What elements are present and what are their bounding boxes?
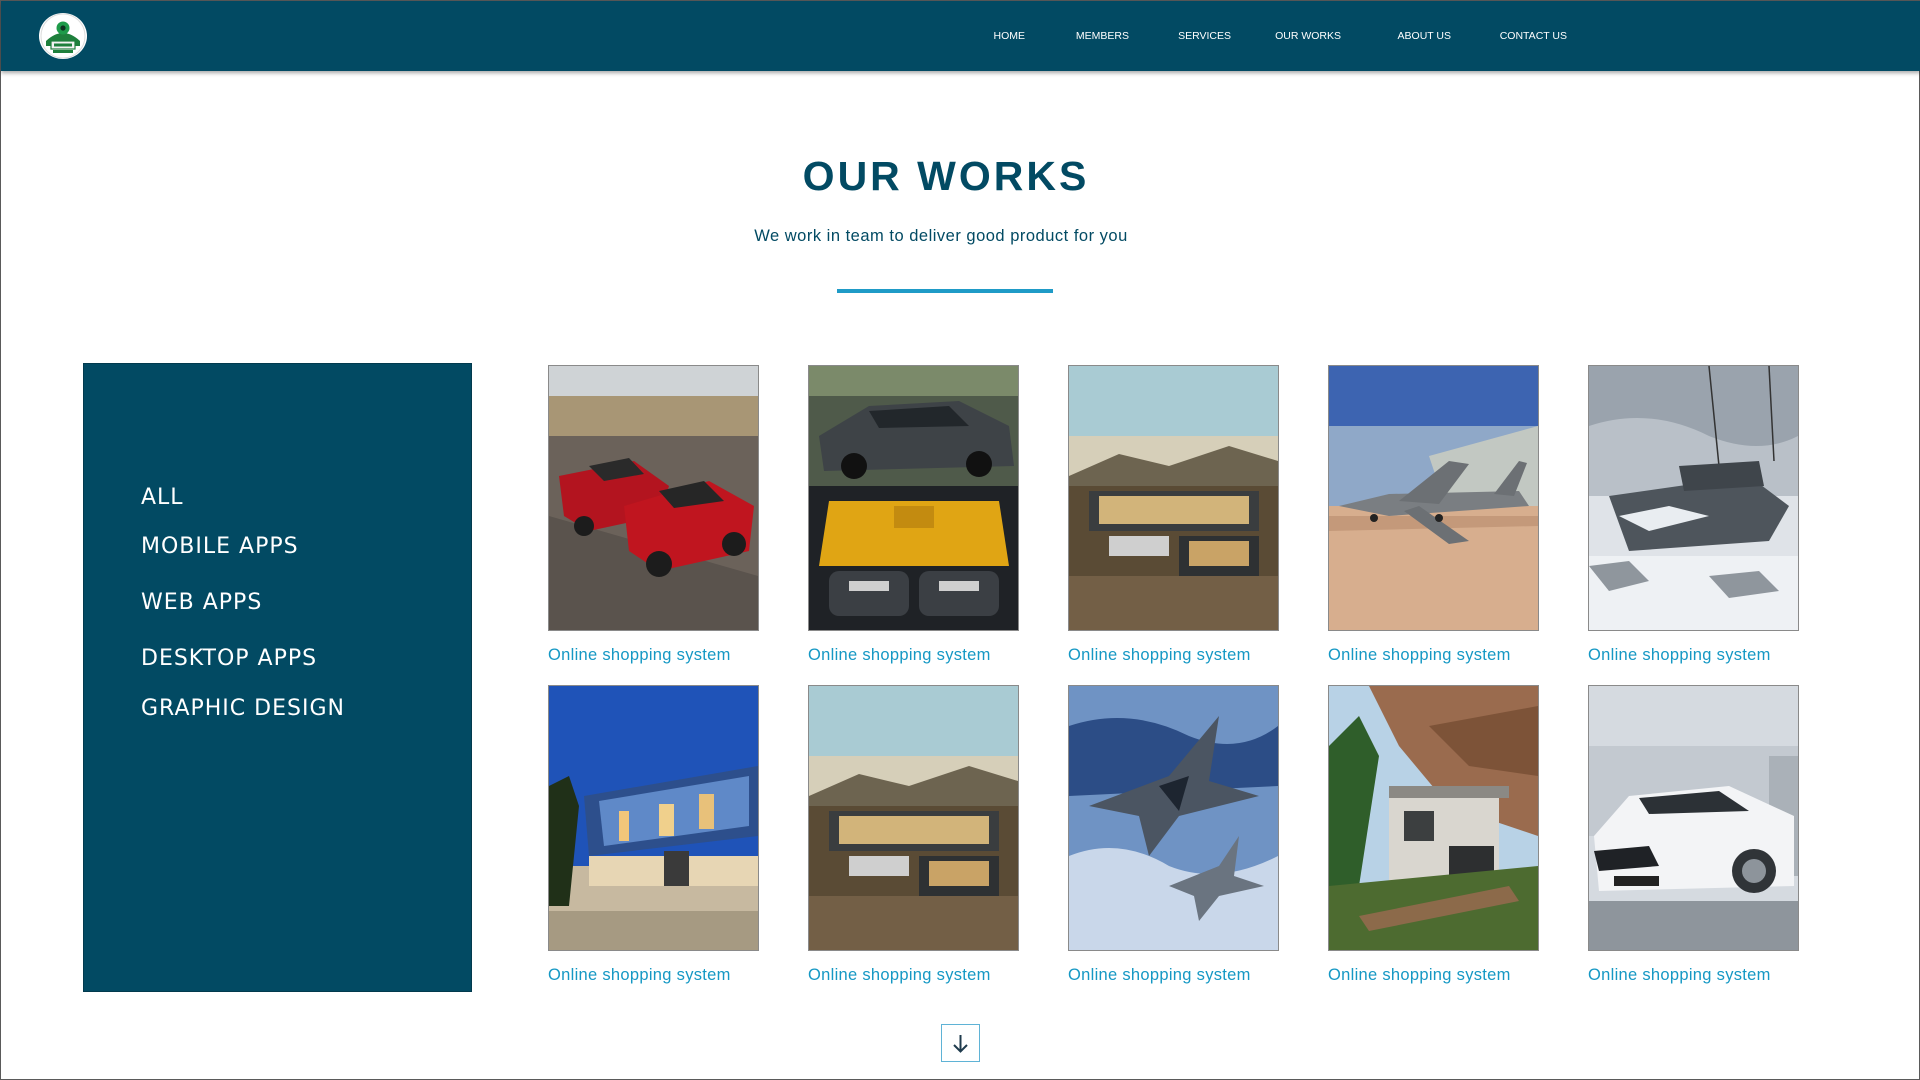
glass-house-dusk-image[interactable] xyxy=(548,685,759,951)
nav-members[interactable]: MEMBERS xyxy=(1076,30,1129,42)
category-web-apps[interactable]: WEB APPS xyxy=(141,590,262,615)
work-caption[interactable]: Online shopping system xyxy=(1068,646,1279,665)
category-sidebar: ALL MOBILE APPS WEB APPS DESKTOP APPS GR… xyxy=(83,363,472,992)
category-desktop-apps[interactable]: DESKTOP APPS xyxy=(141,646,317,671)
category-mobile-apps[interactable]: MOBILE APPS xyxy=(141,534,299,559)
nav-our-works[interactable]: OUR WORKS xyxy=(1275,30,1341,42)
scroll-down-button[interactable] xyxy=(941,1024,980,1062)
category-all[interactable]: ALL xyxy=(141,485,184,510)
work-caption[interactable]: Online shopping system xyxy=(1588,966,1799,985)
modern-house-hillside-image[interactable] xyxy=(1068,365,1279,631)
category-graphic-design[interactable]: GRAPHIC DESIGN xyxy=(141,696,345,721)
white-sports-car-image[interactable] xyxy=(1588,685,1799,951)
nav-services[interactable]: SERVICES xyxy=(1178,30,1231,42)
nav-home[interactable]: HOME xyxy=(994,30,1026,42)
grey-car-and-engine-image[interactable] xyxy=(808,365,1019,631)
work-card[interactable]: Online shopping system xyxy=(548,365,759,665)
team-logo-icon[interactable] xyxy=(39,13,87,59)
work-caption[interactable]: Online shopping system xyxy=(1328,646,1539,665)
work-caption[interactable]: Online shopping system xyxy=(808,966,1019,985)
stone-villa-cliff-image[interactable] xyxy=(1328,685,1539,951)
work-caption[interactable]: Online shopping system xyxy=(808,646,1019,665)
work-caption[interactable]: Online shopping system xyxy=(1068,966,1279,985)
work-card[interactable]: Online shopping system xyxy=(1328,685,1539,985)
work-card[interactable]: Online shopping system xyxy=(808,365,1019,665)
navbar: HOME MEMBERS SERVICES OUR WORKS ABOUT US… xyxy=(1,1,1920,71)
tank-in-snow-image[interactable] xyxy=(1588,365,1799,631)
page-subtitle: We work in team to deliver good product … xyxy=(754,227,1128,245)
page: HOME MEMBERS SERVICES OUR WORKS ABOUT US… xyxy=(0,0,1920,1080)
page-title: OUR WORKS xyxy=(802,153,1090,199)
modern-house-hillside-image[interactable] xyxy=(808,685,1019,951)
work-caption[interactable]: Online shopping system xyxy=(548,646,759,665)
work-caption[interactable]: Online shopping system xyxy=(548,966,759,985)
work-card[interactable]: Online shopping system xyxy=(1328,365,1539,665)
fighter-jets-sky-image[interactable] xyxy=(1068,685,1279,951)
cargo-plane-desert-image[interactable] xyxy=(1328,365,1539,631)
work-card[interactable]: Online shopping system xyxy=(1588,365,1799,665)
arrow-down-icon xyxy=(953,1035,968,1053)
nav-contact-us[interactable]: CONTACT US xyxy=(1500,30,1567,42)
work-card[interactable]: Online shopping system xyxy=(808,685,1019,985)
work-caption[interactable]: Online shopping system xyxy=(1328,966,1539,985)
work-card[interactable]: Online shopping system xyxy=(1068,365,1279,665)
title-divider xyxy=(837,289,1053,293)
work-caption[interactable]: Online shopping system xyxy=(1588,646,1799,665)
nav-about-us[interactable]: ABOUT US xyxy=(1398,30,1451,42)
red-muscle-cars-image[interactable] xyxy=(548,365,759,631)
work-card[interactable]: Online shopping system xyxy=(1068,685,1279,985)
work-card[interactable]: Online shopping system xyxy=(1588,685,1799,985)
work-card[interactable]: Online shopping system xyxy=(548,685,759,985)
